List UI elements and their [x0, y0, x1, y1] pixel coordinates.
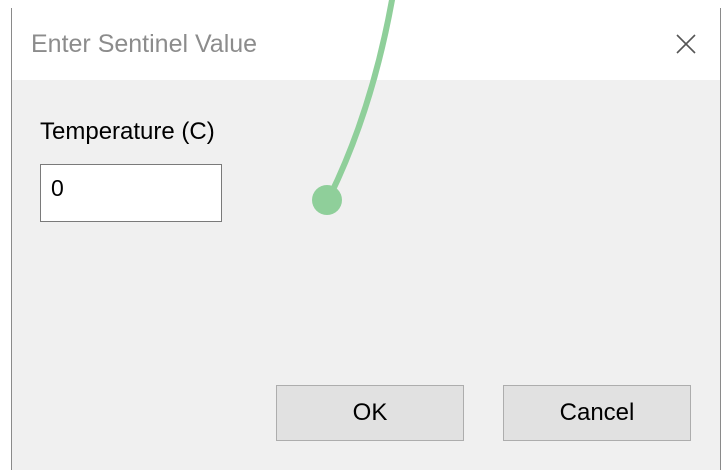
temperature-label: Temperature (C) [40, 118, 215, 145]
ok-button[interactable]: OK [276, 385, 464, 441]
sentinel-dialog: Enter Sentinel Value Temperature (C) OK … [11, 8, 721, 470]
close-icon [676, 34, 696, 54]
cancel-button[interactable]: Cancel [503, 385, 691, 441]
dialog-titlebar[interactable]: Enter Sentinel Value [12, 8, 720, 80]
temperature-input[interactable] [40, 164, 222, 222]
close-button[interactable] [672, 30, 700, 58]
dialog-title: Enter Sentinel Value [31, 30, 258, 58]
